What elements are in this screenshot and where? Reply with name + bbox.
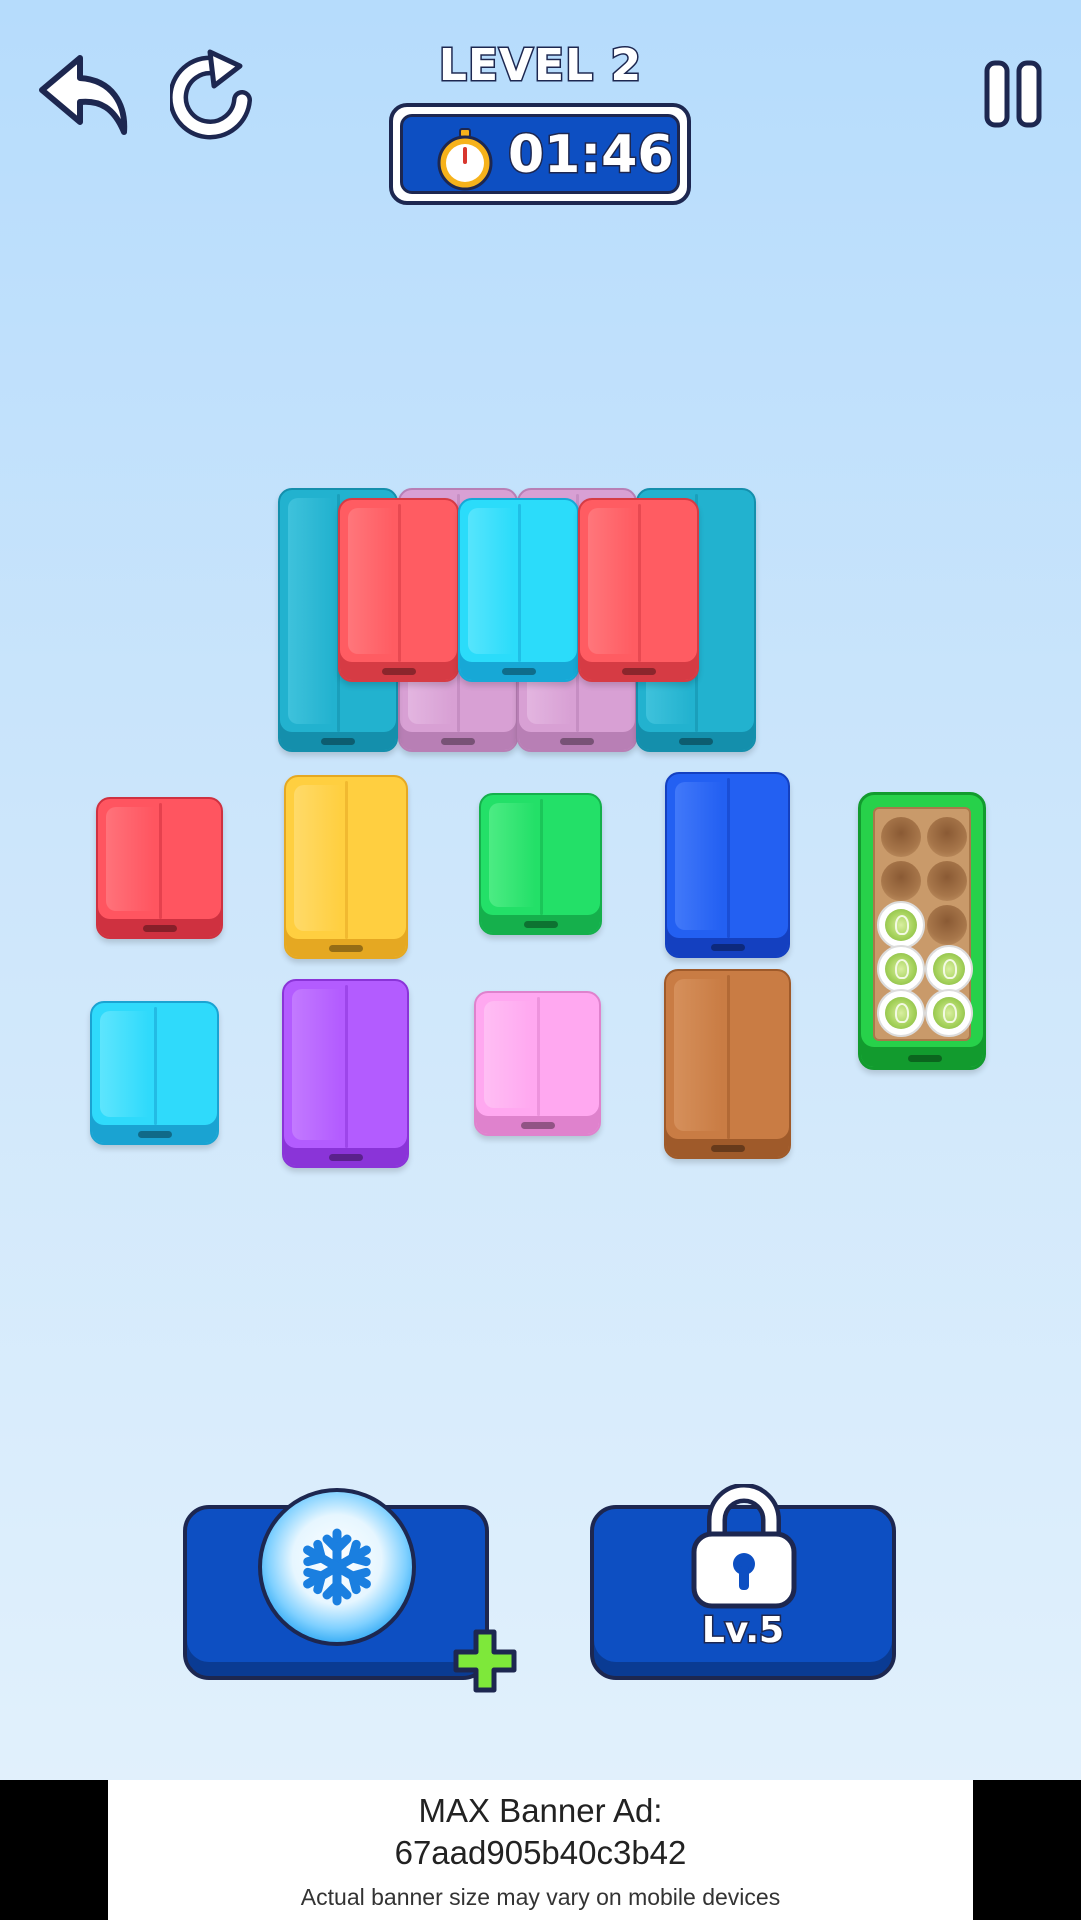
latte-cup — [877, 989, 925, 1037]
pause-icon[interactable] — [984, 60, 1044, 134]
red-box[interactable] — [578, 498, 699, 682]
ad-note: Actual banner size may vary on mobile de… — [300, 1884, 781, 1910]
ad-title: MAX Banner Ad: — [418, 1792, 663, 1829]
purple-box[interactable] — [282, 979, 409, 1168]
locked-booster-level: Lv.5 — [700, 1609, 785, 1653]
timer-text: 01:46 — [507, 124, 676, 187]
ad-id: 67aad905b40c3b42 — [394, 1834, 687, 1871]
yellow-box[interactable] — [284, 775, 408, 959]
lock-icon — [689, 1483, 799, 1614]
level-title: LEVEL 2 — [437, 39, 643, 93]
freeze-booster-disc[interactable] — [258, 1488, 416, 1646]
snowflake-icon — [303, 1528, 371, 1606]
timer-panel: 01:46 — [389, 103, 691, 205]
green-box[interactable] — [479, 793, 602, 935]
plus-icon[interactable] — [452, 1628, 518, 1698]
latte-cup — [877, 945, 925, 993]
cup-tray[interactable] — [858, 792, 986, 1070]
stopwatch-icon — [433, 127, 497, 195]
latte-cup — [925, 989, 973, 1037]
red-box[interactable] — [96, 797, 223, 939]
pink-box[interactable] — [474, 991, 601, 1136]
latte-cup — [925, 945, 973, 993]
red-box[interactable] — [338, 498, 459, 682]
light-blue-box[interactable] — [90, 1001, 219, 1145]
cyan-box[interactable] — [458, 498, 579, 682]
blue-box[interactable] — [665, 772, 790, 958]
latte-cup — [877, 901, 925, 949]
brown-box[interactable] — [664, 969, 791, 1159]
cup-tray-slots — [873, 807, 973, 1041]
ad-banner[interactable]: MAX Banner Ad: 67aad905b40c3b42 Actual b… — [108, 1780, 973, 1920]
